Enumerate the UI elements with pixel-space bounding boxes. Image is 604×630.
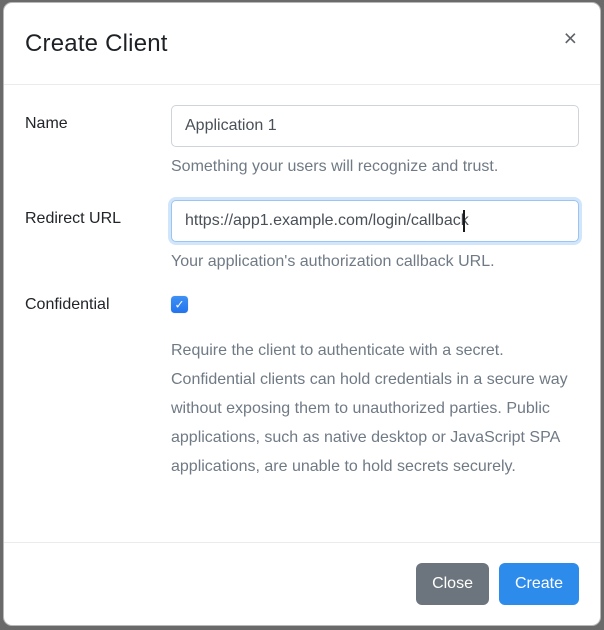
check-icon: ✓ [174, 297, 185, 312]
close-button[interactable]: Close [416, 563, 489, 605]
name-form-row: Name Something your users will recognize… [25, 105, 579, 178]
redirect-url-input[interactable] [171, 200, 579, 243]
confidential-checkbox[interactable]: ✓ [171, 296, 188, 314]
text-cursor [463, 210, 465, 233]
close-icon[interactable]: × [562, 27, 579, 50]
create-button[interactable]: Create [498, 563, 579, 605]
confidential-control-column: ✓ Require the client to authenticate wit… [171, 295, 579, 481]
redirect-url-control-column: Your application's authorization callbac… [171, 200, 579, 273]
modal-footer: Close Create [4, 542, 600, 625]
name-help-text: Something your users will recognize and … [171, 158, 499, 175]
redirect-url-help-text: Your application's authorization callbac… [171, 253, 495, 271]
redirect-url-label: Redirect URL [25, 210, 122, 228]
name-control-column: Something your users will recognize and … [171, 105, 579, 178]
modal-title: Create Client [25, 29, 168, 57]
modal-body: Name Something your users will recognize… [4, 85, 600, 542]
name-input[interactable] [171, 105, 579, 147]
create-client-modal: Create Client × Name Something your user… [3, 2, 601, 626]
confidential-form-row: Confidential ✓ Require the client to aut… [25, 295, 579, 481]
name-label: Name [25, 115, 68, 132]
modal-header: Create Client × [4, 3, 600, 85]
confidential-help-text: Require the client to authenticate with … [171, 342, 568, 475]
redirect-url-form-row: Redirect URL Your application's authoriz… [25, 200, 579, 273]
confidential-label: Confidential [25, 296, 110, 314]
